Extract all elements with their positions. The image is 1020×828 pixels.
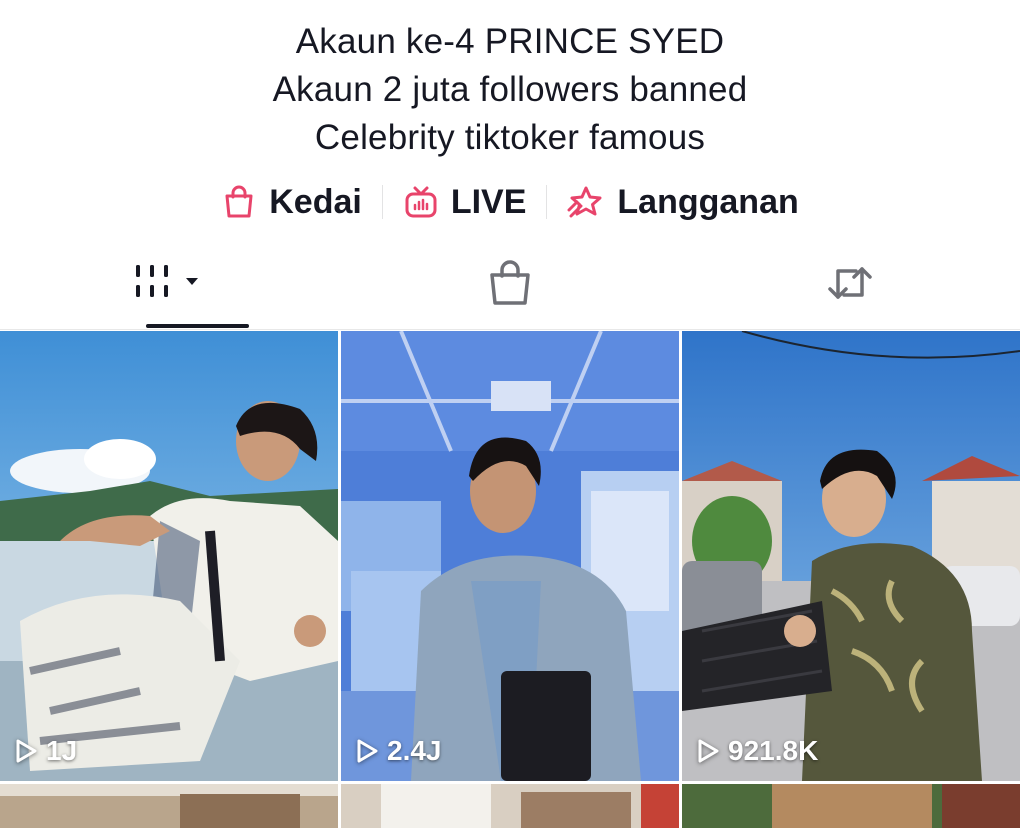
thumbnail-image	[682, 784, 1020, 828]
thumbnail-image	[682, 331, 1020, 781]
bio-line-3: Celebrity tiktoker famous	[314, 118, 706, 157]
shopping-bag-icon	[225, 185, 253, 218]
video-thumbnail[interactable]: 921.8K	[682, 331, 1020, 781]
video-thumbnail[interactable]: 1J	[0, 331, 338, 781]
tv-live-icon	[405, 186, 437, 218]
live-link[interactable]: LIVE	[383, 183, 547, 222]
profile-bio: Akaun ke-4 PRINCE SYED Akaun 2 juta foll…	[0, 18, 1020, 162]
profile-tabs	[0, 236, 1020, 330]
profile-links: Kedai LIVE Langganan	[0, 176, 1020, 228]
thumbnail-image	[341, 331, 679, 781]
tab-shop[interactable]	[340, 236, 680, 330]
thumbnail-image	[341, 784, 679, 828]
shop-link-label: Kedai	[269, 182, 362, 221]
view-count: 2.4J	[355, 735, 442, 767]
view-count: 921.8K	[696, 735, 818, 767]
play-icon	[357, 739, 378, 763]
play-icon	[698, 739, 719, 763]
subscription-link[interactable]: Langganan	[547, 183, 818, 222]
thumbnail-image	[0, 784, 338, 828]
live-link-label: LIVE	[450, 182, 527, 221]
video-thumbnail[interactable]: 2.4J	[341, 331, 679, 781]
thumbnail-image	[0, 331, 338, 781]
bio-line-2: Akaun 2 juta followers banned	[272, 70, 748, 109]
view-count-label: 1J	[46, 735, 78, 766]
tab-reposts[interactable]	[680, 236, 1020, 330]
video-thumbnail[interactable]	[341, 784, 679, 828]
grid-dropdown-icon	[136, 265, 198, 297]
active-tab-indicator	[146, 324, 249, 328]
tab-videos[interactable]	[0, 236, 340, 330]
star-subscription-icon	[567, 186, 602, 218]
shop-link[interactable]: Kedai	[201, 183, 382, 222]
repost-icon	[828, 267, 872, 299]
play-icon	[16, 739, 37, 763]
view-count-label: 2.4J	[387, 735, 442, 766]
subscription-link-label: Langganan	[617, 182, 799, 221]
shopping-bag-icon	[490, 260, 530, 305]
view-count: 1J	[14, 735, 77, 767]
bio-line-1: Akaun ke-4 PRINCE SYED	[295, 22, 725, 61]
video-thumbnail[interactable]	[682, 784, 1020, 828]
view-count-label: 921.8K	[728, 735, 819, 766]
video-thumbnail[interactable]	[0, 784, 338, 828]
tabs-divider	[0, 329, 1020, 330]
